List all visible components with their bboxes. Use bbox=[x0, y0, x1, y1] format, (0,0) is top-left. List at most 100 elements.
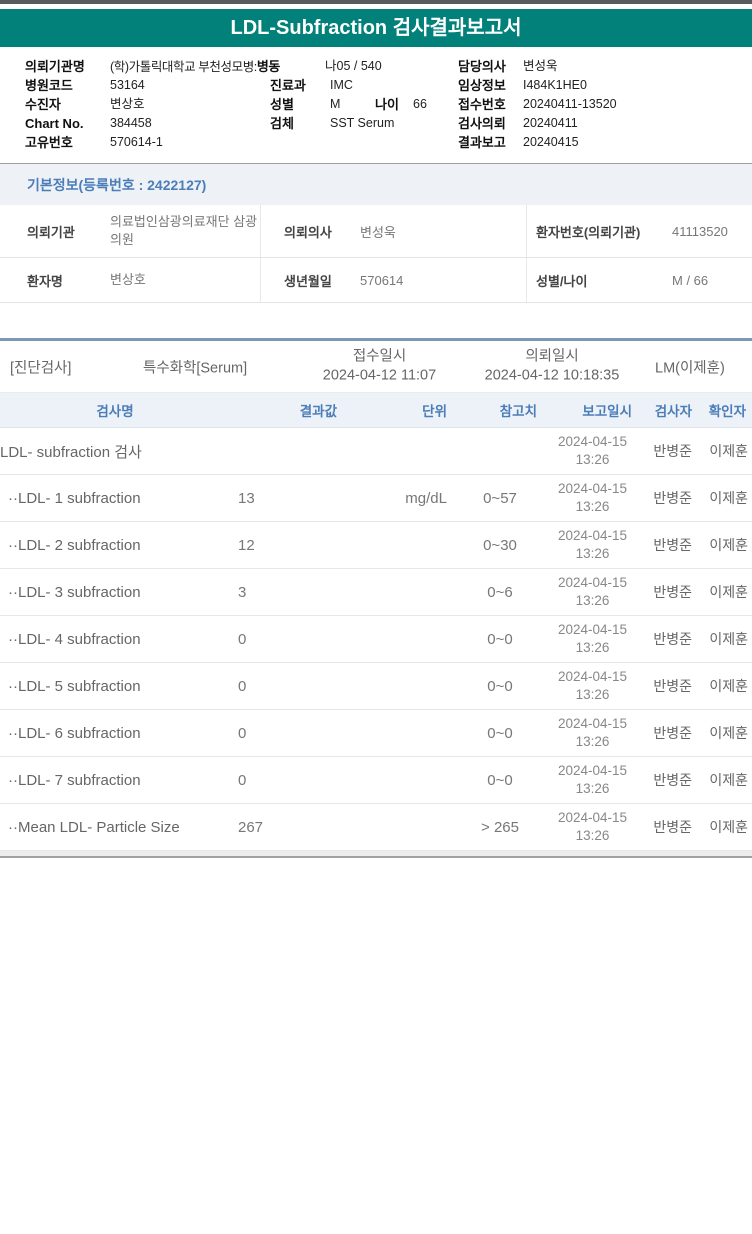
org-label: 의뢰기관명 bbox=[25, 59, 85, 74]
result-value: 267 bbox=[238, 818, 264, 836]
age-label: 나이 bbox=[375, 97, 399, 112]
tester: 반병준 bbox=[653, 537, 692, 553]
tester: 반병준 bbox=[653, 678, 692, 694]
verifier: 이제훈 bbox=[709, 490, 748, 506]
basic-info-title: 기본정보(등록번호 : 2422127) bbox=[0, 163, 752, 205]
doctor-label: 담당의사 bbox=[458, 59, 506, 74]
patient-name-label: 환자명 bbox=[27, 273, 63, 289]
test-name: ··LDL- 7 subfraction bbox=[8, 771, 141, 789]
verifier: 이제훈 bbox=[709, 725, 748, 741]
col-verifier: 확인자 bbox=[708, 404, 746, 419]
result-value: 0 bbox=[238, 677, 247, 695]
reference-range: 0~30 bbox=[483, 536, 517, 554]
hospital-code-value: 53164 bbox=[110, 78, 145, 92]
table-row: ··LDL- 2 subfraction 12 0~30 2024-04-15 1… bbox=[0, 522, 752, 569]
test-name: ··LDL- 2 subfraction bbox=[8, 536, 141, 554]
referring-org-label: 의뢰기관 bbox=[27, 224, 75, 240]
patient-name-value: 변상호 bbox=[110, 272, 146, 288]
header-row-3: 수진자 변상호 성별 M 나이 66 접수번호 20240411-13520 bbox=[0, 95, 752, 114]
panel-name: 특수화학[Serum] bbox=[143, 360, 248, 376]
table-row: ··LDL- 3 subfraction 3 0~6 2024-04-15 13:… bbox=[0, 569, 752, 616]
requested-datetime: 의뢰일시 2024-04-12 10:18:35 bbox=[484, 347, 620, 384]
test-name: ··LDL- 5 subfraction bbox=[8, 677, 141, 695]
birthdate-value: 570614 bbox=[360, 272, 404, 288]
col-reported-at: 보고일시 bbox=[582, 404, 632, 419]
col-test-name: 검사명 bbox=[96, 404, 134, 419]
sex-age-label: 성별/나이 bbox=[536, 273, 588, 289]
col-reference: 참고치 bbox=[499, 404, 537, 419]
report-title: LDL-Subfraction 검사결과보고서 bbox=[0, 9, 752, 47]
test-name: LDL- subfraction 검사 bbox=[0, 443, 142, 461]
result-value: 13 bbox=[238, 489, 255, 507]
header-row-1: 의뢰기관명 (학)가톨릭대학교 부천성모병:병동 나05 / 540 담당의사 … bbox=[0, 57, 752, 76]
result-section: [진단검사] 특수화학[Serum] 접수일시 2024-04-12 11:07… bbox=[0, 338, 752, 858]
birthdate-label: 생년월일 bbox=[284, 273, 332, 289]
dept-label: 진료과 bbox=[270, 78, 306, 93]
clinical-info-value: I484K1HE0 bbox=[523, 78, 587, 92]
basic-info-section: 기본정보(등록번호 : 2422127) 의뢰기관 의료법인삼광의료재단 삼광의… bbox=[0, 163, 752, 303]
verifier: 이제훈 bbox=[709, 678, 748, 694]
result-meta-bar: [진단검사] 특수화학[Serum] 접수일시 2024-04-12 11:07… bbox=[0, 341, 752, 393]
verifier: 이제훈 bbox=[709, 537, 748, 553]
reported-date-value: 20240415 bbox=[523, 135, 579, 149]
tester: 반병준 bbox=[653, 772, 692, 788]
reported-at: 2024-04-15 13:26 bbox=[557, 481, 628, 514]
col-unit: 단위 bbox=[422, 404, 447, 419]
horizontal-scrollbar[interactable] bbox=[0, 851, 752, 858]
basic-info-row: 의뢰기관 의료법인삼광의료재단 삼광의원 의뢰의사 변성욱 환자번호(의뢰기관)… bbox=[0, 205, 752, 258]
header-row-4: Chart No. 384458 검체 SST Serum 검사의뢰 20240… bbox=[0, 114, 752, 133]
ward-value: 나05 / 540 bbox=[325, 59, 382, 73]
referring-doctor-label: 의뢰의사 bbox=[284, 224, 332, 240]
table-row: ··Mean LDL- Particle Size 267 > 265 2024… bbox=[0, 804, 752, 851]
table-row: ··LDL- 7 subfraction 0 0~0 2024-04-15 13:… bbox=[0, 757, 752, 804]
patient-header-info: 의뢰기관명 (학)가톨릭대학교 부천성모병:병동 나05 / 540 담당의사 … bbox=[0, 57, 752, 153]
result-value: 3 bbox=[238, 583, 247, 601]
specimen-value: SST Serum bbox=[330, 116, 395, 130]
test-name: ··LDL- 4 subfraction bbox=[8, 630, 141, 648]
test-name: ··Mean LDL- Particle Size bbox=[8, 818, 180, 836]
reference-range: 0~0 bbox=[487, 677, 513, 695]
receipt-no-value: 20240411-13520 bbox=[523, 97, 617, 111]
doctor-value: 변성욱 bbox=[523, 59, 558, 73]
tester: 반병준 bbox=[653, 584, 692, 600]
verifier: 이제훈 bbox=[709, 772, 748, 788]
request-date-value: 20240411 bbox=[523, 116, 578, 130]
lab-signature: LM(이제훈) bbox=[655, 360, 725, 376]
reference-range: 0~0 bbox=[487, 724, 513, 742]
chart-no-value: 384458 bbox=[110, 116, 152, 130]
reported-at: 2024-04-15 13:26 bbox=[557, 528, 628, 561]
sex-value: M bbox=[330, 97, 341, 111]
test-name: ··LDL- 6 subfraction bbox=[8, 724, 141, 742]
result-value: 0 bbox=[238, 724, 247, 742]
referring-org-value: 의료법인삼광의료재단 삼광의원 bbox=[110, 214, 258, 247]
table-row: ··LDL- 4 subfraction 0 0~0 2024-04-15 13:… bbox=[0, 616, 752, 663]
patient-no-value: 41113520 bbox=[672, 223, 728, 239]
reference-range: 0~0 bbox=[487, 630, 513, 648]
sex-label: 성별 bbox=[270, 97, 294, 112]
header-row-2: 병원코드 53164 진료과 IMC 임상정보 I484K1HE0 bbox=[0, 76, 752, 95]
receipt-no-label: 접수번호 bbox=[458, 97, 506, 112]
sex-age-value: M / 66 bbox=[672, 272, 709, 288]
patient-no-label: 환자번호(의뢰기관) bbox=[536, 224, 641, 240]
verifier: 이제훈 bbox=[709, 819, 748, 835]
dept-value: IMC bbox=[330, 78, 353, 92]
specimen-label: 검체 bbox=[270, 116, 294, 131]
reference-range: > 265 bbox=[481, 818, 519, 836]
uid-value: 570614-1 bbox=[110, 135, 163, 149]
result-table-header: 검사명 결과값 단위 참고치 보고일시 검사자 확인자 bbox=[0, 393, 752, 428]
reported-date-label: 결과보고 bbox=[458, 135, 506, 150]
hospital-code-label: 병원코드 bbox=[25, 78, 73, 93]
result-value: 0 bbox=[238, 630, 247, 648]
verifier: 이제훈 bbox=[709, 584, 748, 600]
reported-at: 2024-04-15 13:26 bbox=[557, 810, 628, 843]
org-value: (학)가톨릭대학교 부천성모병:병동 bbox=[110, 59, 280, 74]
reported-at: 2024-04-15 13:26 bbox=[557, 669, 628, 702]
reference-range: 0~57 bbox=[483, 489, 517, 507]
col-result-value: 결과값 bbox=[299, 404, 337, 419]
uid-label: 고유번호 bbox=[25, 135, 73, 150]
tester: 반병준 bbox=[653, 490, 692, 506]
basic-info-row: 환자명 변상호 생년월일 570614 성별/나이 M / 66 bbox=[0, 258, 752, 303]
tester: 반병준 bbox=[653, 443, 692, 459]
clinical-info-label: 임상정보 bbox=[458, 78, 506, 93]
reference-range: 0~6 bbox=[487, 583, 513, 601]
